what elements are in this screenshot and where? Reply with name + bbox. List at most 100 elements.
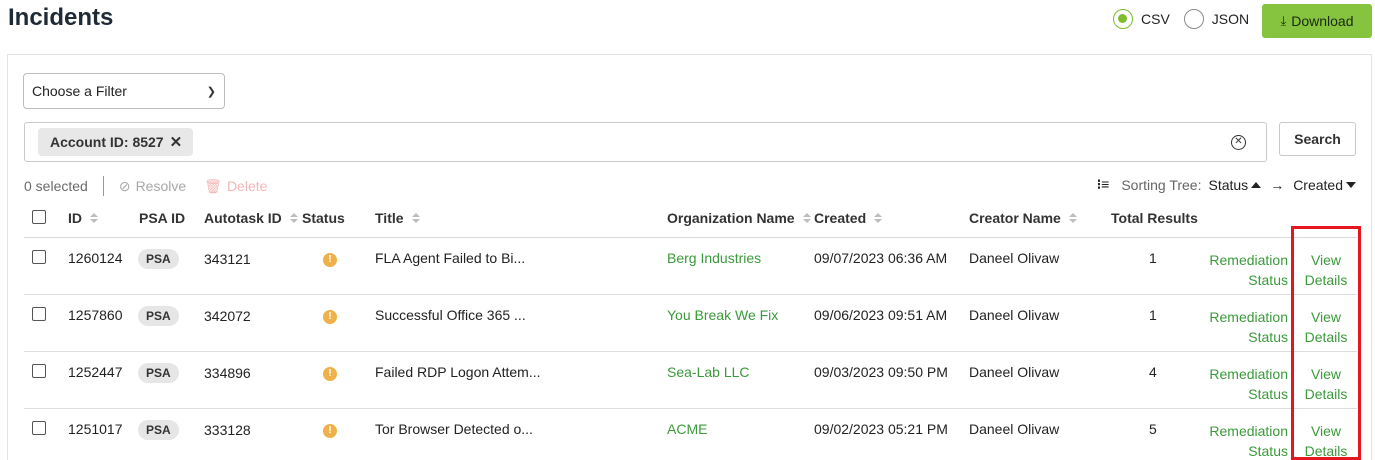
row-checkbox[interactable] xyxy=(32,307,46,321)
sort-icon xyxy=(90,213,98,223)
clear-search-icon[interactable]: ✕ xyxy=(1231,135,1246,150)
psa-badge: PSA xyxy=(138,363,179,383)
filter-select[interactable]: Choose a Filter ❯ xyxy=(23,73,225,109)
warning-status-icon: ! xyxy=(323,310,337,324)
total-results: 5 xyxy=(1149,421,1157,437)
sort-key-status[interactable]: Status xyxy=(1208,176,1262,193)
delete-button[interactable]: 🗑 Delete xyxy=(204,178,267,195)
column-header-autotask-id[interactable]: Autotask ID xyxy=(204,210,298,226)
json-label: JSON xyxy=(1211,11,1250,27)
table-row: 1251017 PSA 333128 ! Tor Browser Detecte… xyxy=(0,409,1375,460)
column-header-autotask-id-label: Autotask ID xyxy=(204,210,282,226)
created-date: 09/02/2023 05:21 PM xyxy=(814,421,948,437)
incident-title: Successful Office 365 ... xyxy=(375,307,526,323)
details-label: Details xyxy=(1304,329,1348,345)
organization-link[interactable]: Sea-Lab LLC xyxy=(667,364,750,380)
row-checkbox[interactable] xyxy=(32,421,46,435)
page-title: Incidents xyxy=(8,4,114,31)
organization-link[interactable]: You Break We Fix xyxy=(667,307,778,323)
creator-name: Daneel Olivaw xyxy=(969,364,1060,380)
organization-link[interactable]: Berg Industries xyxy=(667,250,761,266)
table-row: 1257860 PSA 342072 ! Successful Office 3… xyxy=(0,295,1375,352)
view-label: View xyxy=(1310,309,1342,325)
sort-asc-icon xyxy=(1251,181,1262,188)
view-details-link[interactable]: View Details xyxy=(1302,364,1350,404)
remediation-status-link[interactable]: Remediation Status xyxy=(1209,421,1288,460)
download-label: Download xyxy=(1291,13,1354,29)
radio-unchecked-icon xyxy=(1183,9,1204,29)
column-header-psa-id-label: PSA ID xyxy=(139,210,186,226)
remediation-status-label: Status xyxy=(1248,272,1288,288)
sorting-tree-icon: ⁝≡ xyxy=(1096,176,1110,192)
incident-id: 1257860 xyxy=(68,307,123,323)
details-label: Details xyxy=(1304,443,1348,459)
export-format-group: CSV JSON xyxy=(1113,9,1263,29)
filter-chip-label: Account ID: 8527 xyxy=(50,134,164,150)
total-results: 1 xyxy=(1149,307,1157,323)
sort-icon xyxy=(289,213,298,223)
row-checkbox[interactable] xyxy=(32,250,46,264)
creator-name: Daneel Olivaw xyxy=(969,307,1060,323)
view-details-link[interactable]: View Details xyxy=(1302,421,1350,460)
column-header-id[interactable]: ID xyxy=(68,210,98,226)
column-header-psa-id: PSA ID xyxy=(139,210,185,226)
organization-link[interactable]: ACME xyxy=(667,421,707,437)
sort-icon xyxy=(874,213,883,223)
column-header-created-label: Created xyxy=(814,210,867,226)
download-button[interactable]: ⤓ Download xyxy=(1262,4,1372,38)
view-details-link[interactable]: View Details xyxy=(1302,307,1350,347)
column-header-total-results-label: Total Results xyxy=(1111,210,1198,226)
resolve-button[interactable]: ⊘ Resolve xyxy=(119,178,186,195)
column-header-creator[interactable]: Creator Name xyxy=(969,210,1077,226)
radio-checked-icon xyxy=(1113,9,1133,29)
sort-key-created[interactable]: Created xyxy=(1293,177,1356,193)
view-label: View xyxy=(1310,423,1342,439)
table-row: 1252447 PSA 334896 ! Failed RDP Logon At… xyxy=(0,352,1375,409)
remediation-label: Remediation xyxy=(1209,423,1288,439)
toolbar-divider xyxy=(102,176,104,196)
created-date: 09/07/2023 06:36 AM xyxy=(814,250,948,266)
remediation-status-link[interactable]: Remediation Status xyxy=(1209,364,1288,404)
incident-id: 1252447 xyxy=(68,364,123,380)
column-header-id-label: ID xyxy=(68,210,82,226)
row-checkbox[interactable] xyxy=(32,364,46,378)
remediation-status-link[interactable]: Remediation Status xyxy=(1209,307,1288,347)
details-label: Details xyxy=(1304,272,1348,288)
incident-id: 1251017 xyxy=(68,421,123,437)
remediation-status-link[interactable]: Remediation Status xyxy=(1209,250,1288,290)
chip-close-icon[interactable]: ✕ xyxy=(170,133,183,151)
autotask-id: 334896 xyxy=(204,365,251,381)
created-date: 09/06/2023 09:51 AM xyxy=(814,307,948,323)
warning-status-icon: ! xyxy=(323,253,337,267)
column-header-creator-label: Creator Name xyxy=(969,210,1061,226)
remediation-label: Remediation xyxy=(1209,366,1288,382)
json-radio[interactable]: JSON xyxy=(1183,9,1250,29)
column-header-created[interactable]: Created xyxy=(814,210,883,226)
view-details-link[interactable]: View Details xyxy=(1302,250,1350,290)
view-label: View xyxy=(1310,252,1342,268)
total-results: 4 xyxy=(1149,364,1157,380)
details-label: Details xyxy=(1304,386,1348,402)
csv-radio[interactable]: CSV xyxy=(1113,9,1170,29)
filter-chip: Account ID: 8527 ✕ xyxy=(38,128,194,156)
column-header-organization[interactable]: Organization Name xyxy=(667,210,811,226)
search-button[interactable]: Search xyxy=(1279,122,1356,156)
sorting-tree-label: Sorting Tree: xyxy=(1121,176,1202,193)
download-icon: ⤓ xyxy=(1280,13,1287,28)
column-header-status[interactable]: Status xyxy=(302,210,345,226)
remediation-status-label: Status xyxy=(1248,386,1288,402)
select-all-checkbox[interactable] xyxy=(32,210,46,224)
creator-name: Daneel Olivaw xyxy=(969,250,1060,266)
csv-label: CSV xyxy=(1141,11,1170,27)
sort-key-status-label: Status xyxy=(1208,176,1249,193)
view-label: View xyxy=(1310,366,1342,382)
psa-badge: PSA xyxy=(138,420,179,440)
sort-icon xyxy=(411,213,420,223)
search-input[interactable]: Account ID: 8527 ✕ ✕ xyxy=(24,122,1267,162)
column-header-title[interactable]: Title xyxy=(375,210,420,226)
psa-badge: PSA xyxy=(138,306,179,326)
remediation-label: Remediation xyxy=(1209,309,1288,325)
autotask-id: 333128 xyxy=(204,422,251,438)
column-header-total-results: Total Results xyxy=(1111,210,1198,226)
column-header-organization-label: Organization Name xyxy=(667,210,795,226)
